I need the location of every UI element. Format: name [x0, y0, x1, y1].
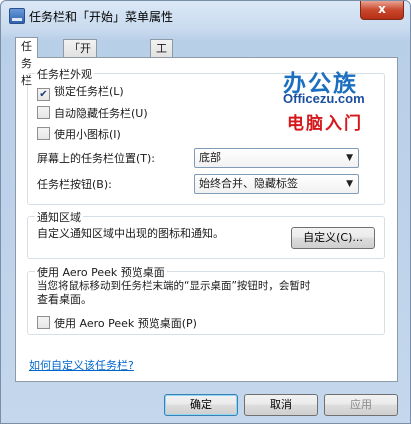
logo-line3: 电脑入门	[287, 114, 363, 134]
auto-hide-label: 自动隐藏任务栏(U)	[54, 107, 148, 120]
aero-heading: 使用 Aero Peek 预览桌面	[35, 264, 167, 280]
watermark-suffix: 经验	[351, 361, 384, 380]
aero-peek-checkbox[interactable]	[37, 316, 50, 329]
title-bar[interactable]: 任务栏和「开始」菜单属性 x	[1, 1, 410, 31]
aero-peek-label: 使用 Aero Peek 预览桌面(P)	[54, 317, 197, 330]
chevron-down-icon: ▼	[346, 153, 353, 163]
buttons-label: 任务栏按钮(B):	[37, 178, 112, 191]
ok-button[interactable]: 确定	[164, 394, 238, 416]
tab-taskbar[interactable]: 任务栏	[15, 37, 38, 87]
close-button[interactable]: x	[360, 1, 404, 20]
aero-peek-row[interactable]: 使用 Aero Peek 预览桌面(P)	[37, 316, 197, 330]
buttons-value: 始终合并、隐藏标签	[199, 177, 298, 190]
lock-taskbar-checkbox[interactable]: ✔	[37, 88, 50, 101]
position-label: 屏幕上的任务栏位置(T):	[37, 152, 156, 165]
chevron-down-icon: ▼	[346, 179, 353, 189]
notify-heading: 通知区域	[35, 209, 83, 225]
aero-description-2: 查看桌面。	[37, 293, 92, 306]
window-title: 任务栏和「开始」菜单属性	[29, 10, 174, 24]
position-select[interactable]: 底部 ▼	[194, 148, 359, 168]
tab-toolbars[interactable]: 工具栏	[150, 39, 173, 89]
tab-start-menu[interactable]: 「开始」菜单	[63, 39, 97, 89]
help-link[interactable]: 如何自定义该任务栏?	[29, 357, 134, 373]
aero-description-1: 当您将鼠标移动到任务栏末端的“显示桌面”按钮时，会暂时	[37, 280, 311, 292]
small-icons-label: 使用小图标(I)	[54, 128, 121, 141]
customize-button[interactable]: 自定义(C)...	[291, 227, 375, 249]
appearance-heading: 任务栏外观	[35, 66, 94, 82]
notify-description: 自定义通知区域中出现的图标和通知。	[37, 227, 224, 240]
lock-taskbar-row[interactable]: ✔ 锁定任务栏(L)	[37, 85, 124, 101]
officezu-logo: 办公族 Officezu.com 电脑入门	[263, 64, 381, 134]
taskbar-icon	[9, 8, 25, 24]
lock-taskbar-label: 锁定任务栏(L)	[54, 85, 124, 98]
watermark-brand: Baidu	[291, 353, 353, 378]
auto-hide-row[interactable]: 自动隐藏任务栏(U)	[37, 106, 148, 120]
position-value: 底部	[199, 151, 221, 164]
apply-button[interactable]: 应用	[324, 394, 398, 416]
buttons-select[interactable]: 始终合并、隐藏标签 ▼	[194, 174, 359, 194]
auto-hide-checkbox[interactable]	[37, 106, 50, 119]
cancel-button[interactable]: 取消	[244, 394, 318, 416]
small-icons-checkbox[interactable]	[37, 127, 50, 140]
small-icons-row[interactable]: 使用小图标(I)	[37, 127, 121, 141]
dialog-window: 任务栏和「开始」菜单属性 x 任务栏 「开始」菜单 工具栏 任务栏外观 ✔ 锁定任…	[0, 0, 411, 424]
logo-line2: Officezu.com	[283, 91, 365, 106]
